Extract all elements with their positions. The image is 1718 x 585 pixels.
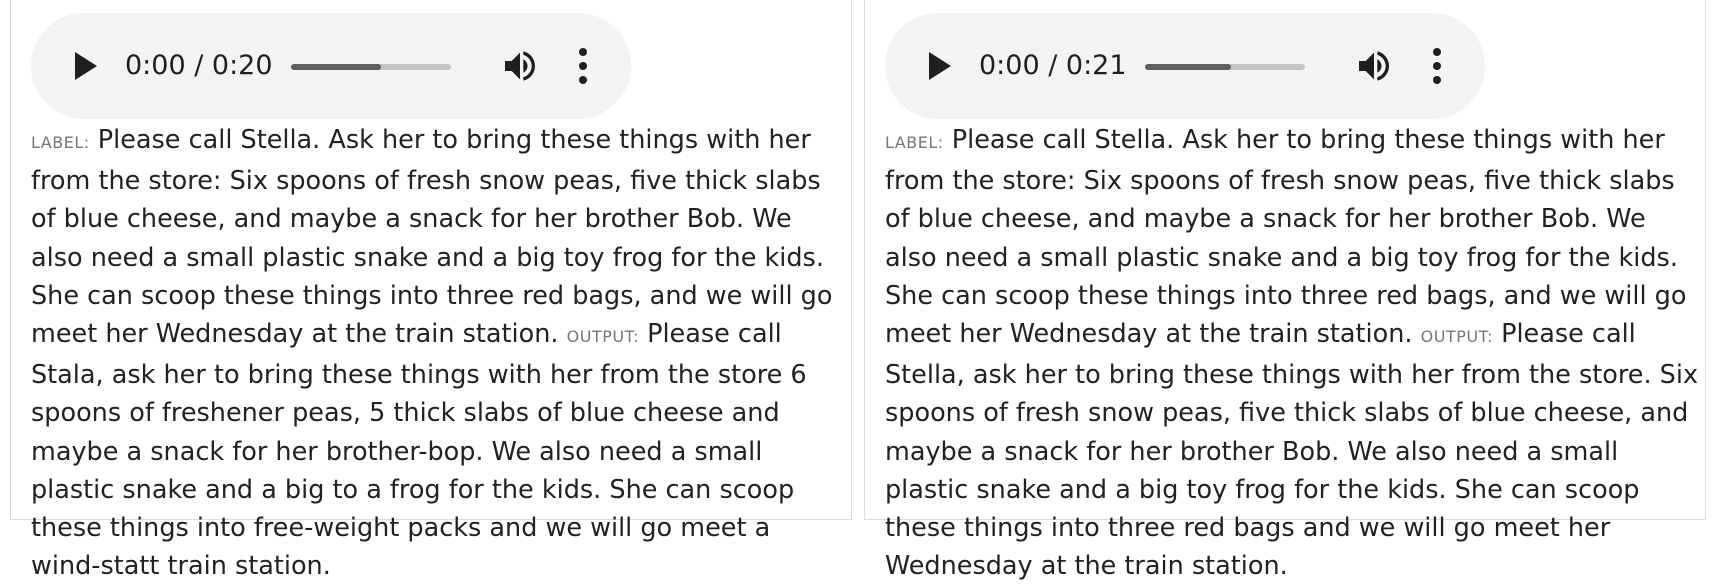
label-tag: LABEL: <box>885 133 944 152</box>
time-display: 0:00 / 0:21 <box>979 50 1127 81</box>
transcript: LABEL: Please call Stella. Ask her to br… <box>31 121 847 585</box>
transcript: LABEL: Please call Stella. Ask her to br… <box>885 121 1701 585</box>
time-display: 0:00 / 0:20 <box>125 50 273 81</box>
more-options-icon[interactable] <box>578 48 588 84</box>
volume-icon[interactable] <box>1354 46 1394 86</box>
output-tag: OUTPUT: <box>1420 327 1493 347</box>
volume-icon[interactable] <box>500 46 540 86</box>
label-text: Please call Stella. Ask her to bring the… <box>885 125 1687 350</box>
example-card-1: 0:00 / 0:20 LABEL: Please call Stella. A… <box>10 0 852 581</box>
output-tag: OUTPUT: <box>566 327 639 347</box>
seek-bar-progress <box>291 64 381 70</box>
label-text: Please call Stella. Ask her to bring the… <box>31 125 833 350</box>
seek-bar-progress <box>1145 64 1232 70</box>
seek-bar[interactable] <box>1145 64 1305 70</box>
play-icon[interactable] <box>929 52 951 80</box>
output-text: Please call Stella, ask her to bring the… <box>885 319 1699 582</box>
audio-player: 0:00 / 0:21 <box>885 13 1485 119</box>
audio-player: 0:00 / 0:20 <box>31 13 631 119</box>
output-text: Please call Stala, ask her to bring thes… <box>31 319 807 582</box>
seek-bar[interactable] <box>291 64 451 70</box>
label-tag: LABEL: <box>31 133 90 152</box>
example-card-2: 0:00 / 0:21 LABEL: Please call Stella. A… <box>864 0 1706 581</box>
play-icon[interactable] <box>75 52 97 80</box>
more-options-icon[interactable] <box>1432 48 1442 84</box>
